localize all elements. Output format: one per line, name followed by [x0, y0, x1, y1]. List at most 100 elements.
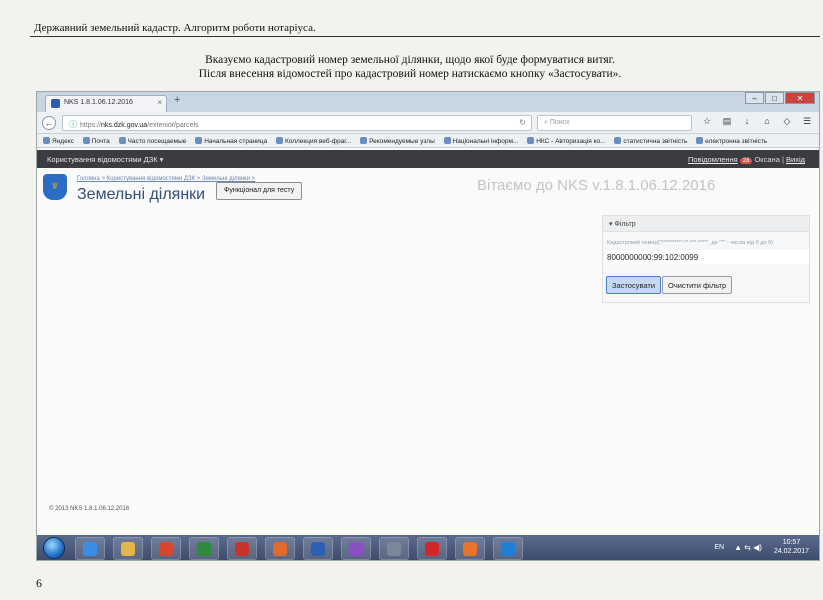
address-bar[interactable]: ⓘ https://nks.dzk.gov.ua/extenior/parcels… [62, 115, 532, 131]
bookmark-star-icon[interactable]: ☆ [699, 116, 715, 127]
reload-icon[interactable]: ↻ [519, 118, 526, 127]
app-glyph [159, 542, 173, 556]
bookmark-icon [443, 137, 451, 144]
dzk-logo-icon: ♆ [43, 174, 67, 200]
browser-tab[interactable]: NKS 1.8.1.06.12.2016 × [45, 95, 167, 112]
header-rule [30, 36, 820, 37]
pocket-icon[interactable]: ◇ [779, 116, 795, 127]
close-window-icon[interactable]: ✕ [785, 92, 815, 104]
filter-panel: ▾ Фільтр Кадастровий номер("**********:*… [602, 215, 810, 303]
app-glyph [197, 542, 211, 556]
intro-line-2: Після внесення відомостей про кадастрови… [198, 68, 622, 80]
site-info-icon[interactable]: ⓘ [69, 120, 77, 129]
taskbar-firefox-icon[interactable] [455, 537, 485, 560]
bookmark-item[interactable]: Почта [82, 137, 110, 145]
intro-line-1: Вказуємо кадастровий номер земельної діл… [205, 54, 615, 66]
logout-link[interactable]: Вихід [786, 155, 805, 164]
bookmark-icon [696, 137, 704, 144]
app-glyph [235, 542, 249, 556]
bookmark-icon [360, 137, 368, 144]
page-number: 6 [36, 576, 42, 590]
app-glyph [501, 542, 515, 556]
new-tab-button[interactable]: + [174, 94, 180, 106]
app-glyph [387, 542, 401, 556]
bookmark-icon [527, 137, 535, 144]
app-glyph [83, 542, 97, 556]
navigation-bar: ← ⓘ https://nks.dzk.gov.ua/extenior/parce… [37, 112, 819, 134]
test-functionality-button[interactable]: Функціонал для тесту [216, 182, 303, 200]
bookmark-item[interactable]: Національні інформ... [443, 137, 518, 145]
bookmark-item[interactable]: статистична звітність [614, 137, 687, 145]
window-controls: – □ ✕ [744, 92, 815, 104]
clock[interactable]: 10:57 24.02.2017 [774, 538, 809, 556]
system-tray: EN ▲ ⇆ ◀) 10:57 24.02.2017 [714, 538, 809, 556]
apply-button[interactable]: Застосувати [606, 276, 662, 294]
search-bar[interactable]: ⌕ Поиск [537, 115, 692, 131]
bookmarks-bar: Яндекс Почта Часто посещаемые Начальная … [37, 134, 819, 148]
taskbar-app-icon[interactable] [265, 537, 295, 560]
favicon-icon [51, 99, 60, 108]
bookmark-item[interactable]: Начальная страница [195, 137, 267, 145]
taskbar-opera-icon[interactable] [417, 537, 447, 560]
bookmark-icon [275, 137, 283, 144]
url-domain: nks.dzk.gov.ua [101, 122, 148, 129]
home-icon[interactable]: ⌂ [759, 116, 775, 127]
bookmark-item[interactable]: Часто посещаемые [118, 137, 186, 145]
maximize-icon[interactable]: □ [765, 92, 784, 104]
app-glyph [425, 542, 439, 556]
tab-strip: NKS 1.8.1.06.12.2016 × + – □ ✕ [37, 92, 819, 112]
taskbar-app-icon[interactable] [379, 537, 409, 560]
download-icon[interactable]: ↓ [739, 116, 755, 127]
taskbar-word-icon[interactable] [303, 537, 333, 560]
start-button-icon[interactable] [43, 537, 65, 559]
back-arrow-icon[interactable]: ← [42, 116, 56, 130]
tab-title: NKS 1.8.1.06.12.2016 [64, 99, 133, 106]
language-indicator[interactable]: EN [714, 544, 724, 551]
search-placeholder: Поиск [549, 119, 570, 126]
minimize-icon[interactable]: – [745, 92, 764, 104]
taskbar-explorer-icon[interactable] [113, 537, 143, 560]
clock-date: 24.02.2017 [773, 548, 809, 555]
taskbar-media-icon[interactable] [341, 537, 371, 560]
taskbar-skype-icon[interactable] [493, 537, 523, 560]
document-header: Державний земельний кадастр. Алгоритм ро… [34, 22, 316, 34]
toolbar-icons: ☆ ▤ ↓ ⌂ ◇ ☰ [699, 116, 819, 127]
bookmark-item[interactable]: Яндекс [43, 137, 74, 145]
taskbar-ie-icon[interactable] [75, 537, 105, 560]
app-top-bar: Користування відомостями ДЗК ▾ Повідомле… [37, 150, 819, 168]
bookmark-icon [614, 137, 622, 144]
user-area: Повідомлення 28 Оксана | Вихід [688, 155, 805, 164]
page-title: Земельні ділянки [77, 186, 206, 203]
bookmark-icon [82, 137, 90, 144]
tray-icons[interactable]: ▲ ⇆ ◀) [734, 543, 762, 552]
app-glyph [121, 542, 135, 556]
clipboard-icon[interactable]: ▤ [719, 116, 735, 127]
intro-text: Вказуємо кадастровий номер земельної діл… [150, 53, 670, 81]
notifications-link[interactable]: Повідомлення [688, 155, 738, 164]
cadastral-number-input[interactable] [605, 250, 809, 264]
app-glyph [463, 542, 477, 556]
taskbar-excel-icon[interactable] [189, 537, 219, 560]
app-menu[interactable]: Користування відомостями ДЗК ▾ [47, 155, 163, 164]
bookmark-item[interactable]: Рекомендуемые узлы [360, 137, 435, 145]
clear-filter-button[interactable]: Очистити фільтр [662, 276, 733, 294]
bookmark-item[interactable]: Коллекция веб-фраг... [275, 137, 351, 145]
taskbar-chrome-icon[interactable] [151, 537, 181, 560]
user-name: Оксана [754, 155, 780, 164]
bookmark-item[interactable]: НКС - Авторизація ко... [527, 137, 606, 145]
bookmark-item[interactable]: електронна звітність [696, 137, 767, 145]
app-glyph [311, 542, 325, 556]
url-prefix: https:// [80, 122, 102, 129]
app-glyph [273, 542, 287, 556]
browser-screenshot: NKS 1.8.1.06.12.2016 × + – □ ✕ ← ⓘ https:… [36, 91, 820, 561]
taskbar-app-icon[interactable] [227, 537, 257, 560]
windows-taskbar: EN ▲ ⇆ ◀) 10:57 24.02.2017 [37, 535, 819, 560]
filter-toggle[interactable]: ▾ Фільтр [603, 216, 809, 232]
bookmark-icon [43, 137, 50, 144]
cadastral-number-label: Кадастровий номер("**********:**:***:***… [607, 240, 773, 246]
separator: | [781, 155, 784, 164]
hamburger-menu-icon[interactable]: ☰ [799, 116, 815, 127]
notifications-badge: 28 [739, 158, 753, 164]
tab-close-icon[interactable]: × [157, 98, 162, 107]
ghost-welcome-text: Вітаємо до NKS v.1.8.1.06.12.2016 [477, 177, 716, 194]
